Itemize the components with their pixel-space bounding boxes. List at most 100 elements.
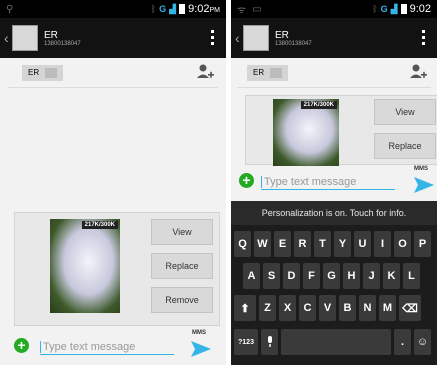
key-e[interactable]: E: [274, 231, 291, 257]
key-v[interactable]: V: [319, 295, 336, 321]
period-key[interactable]: .: [394, 329, 411, 355]
compose-bar: + Type text message MMS: [231, 166, 437, 198]
network-type: G: [380, 4, 388, 14]
message-input-placeholder: Type text message: [43, 341, 136, 353]
clock-time: 9:02: [188, 3, 210, 15]
message-input-placeholder: Type text message: [264, 176, 357, 188]
add-contact-icon[interactable]: [196, 63, 214, 81]
contact-number: 13800138047: [44, 40, 81, 47]
key-c[interactable]: C: [299, 295, 316, 321]
contact-name: ER: [275, 29, 289, 41]
recipient-chip-avatar: [270, 67, 283, 78]
key-p[interactable]: P: [414, 231, 431, 257]
clock-time: 9:02: [409, 3, 431, 15]
mms-label: MMS: [414, 166, 428, 172]
bluetooth-icon: ᛒ: [372, 4, 378, 14]
mms-label: MMS: [192, 330, 206, 336]
keyboard-row-3: ⬆ Z X C V B N M ⌫: [234, 295, 421, 321]
recipient-field[interactable]: ER: [237, 58, 431, 88]
send-icon[interactable]: [413, 176, 435, 194]
key-z[interactable]: Z: [259, 295, 276, 321]
key-u[interactable]: U: [354, 231, 371, 257]
compose-bar: + Type text message MMS: [0, 330, 226, 362]
recipient-chip-label: ER: [253, 68, 265, 77]
view-button[interactable]: View: [151, 219, 213, 245]
clock-ampm: PM: [209, 7, 221, 14]
keyboard-row-1: QWERTYUIOP: [234, 231, 431, 257]
backspace-key[interactable]: ⌫: [399, 295, 421, 321]
key-f[interactable]: F: [303, 263, 320, 289]
key-h[interactable]: H: [343, 263, 360, 289]
screenshot-icon: ▭: [252, 3, 262, 15]
contact-avatar[interactable]: [243, 25, 269, 51]
status-bar: ᯤ ▭ ᛒ G ▟ 9:02: [231, 0, 437, 18]
overflow-menu-icon[interactable]: [211, 30, 214, 45]
send-icon[interactable]: [190, 340, 212, 358]
attachment-panel: 217K/300K View Replace: [245, 95, 437, 166]
emoji-key[interactable]: ☺: [414, 329, 431, 355]
key-l[interactable]: L: [403, 263, 420, 289]
attachment-image[interactable]: 217K/300K: [50, 219, 120, 313]
key-w[interactable]: W: [254, 231, 271, 257]
remove-button[interactable]: Remove: [151, 287, 213, 313]
key-a[interactable]: A: [243, 263, 260, 289]
key-x[interactable]: X: [279, 295, 296, 321]
battery-icon: [400, 4, 407, 14]
key-s[interactable]: S: [263, 263, 280, 289]
message-input[interactable]: Type text message: [40, 337, 174, 355]
attachment-size: 217K/300K: [300, 101, 337, 109]
keyboard-row-4: ?123 . ☺: [234, 329, 431, 355]
battery-icon: [179, 4, 186, 14]
signal-icon: ▟: [169, 3, 177, 14]
replace-button[interactable]: Replace: [374, 133, 436, 159]
view-button[interactable]: View: [374, 99, 436, 125]
key-y[interactable]: Y: [334, 231, 351, 257]
keyboard-personalization-banner[interactable]: Personalization is on. Touch for info.: [231, 201, 437, 225]
attachment-panel: 217K/300K View Replace Remove: [14, 212, 220, 326]
key-r[interactable]: R: [294, 231, 311, 257]
key-g[interactable]: G: [323, 263, 340, 289]
recipient-chip-label: ER: [28, 68, 40, 77]
action-bar: ‹ ER 13800138047: [0, 18, 226, 58]
recipient-chip[interactable]: ER: [22, 64, 64, 81]
phone-screen-right: ᯤ ▭ ᛒ G ▟ 9:02 ‹ ER 13800138047 ER 217K/…: [231, 0, 437, 365]
key-k[interactable]: K: [383, 263, 400, 289]
contact-number: 13800138047: [275, 40, 312, 47]
attachment-image[interactable]: 217K/300K: [273, 99, 339, 166]
add-contact-icon[interactable]: [409, 63, 427, 81]
bluetooth-icon: ᛒ: [150, 4, 157, 14]
key-o[interactable]: O: [394, 231, 411, 257]
phone-screen-left: ⚲ ᛒ G ▟ 9:02PM ‹ ER 13800138047 ER 217K/…: [0, 0, 226, 365]
microphone-icon: [267, 336, 272, 347]
signal-icon: ▟: [390, 3, 398, 14]
back-chevron-icon[interactable]: ‹: [235, 30, 243, 46]
key-i[interactable]: I: [374, 231, 391, 257]
attach-plus-icon[interactable]: +: [239, 173, 254, 188]
key-q[interactable]: Q: [234, 231, 251, 257]
recipient-chip-avatar: [45, 67, 58, 78]
replace-button[interactable]: Replace: [151, 253, 213, 279]
recipient-field[interactable]: ER: [8, 58, 218, 88]
key-m[interactable]: M: [379, 295, 396, 321]
key-j[interactable]: J: [363, 263, 380, 289]
wifi-icon: ᯤ: [237, 5, 247, 16]
message-input[interactable]: Type text message: [261, 172, 395, 190]
status-bar: ⚲ ᛒ G ▟ 9:02PM: [0, 0, 226, 18]
voice-input-key[interactable]: [261, 329, 278, 355]
contact-avatar[interactable]: [12, 25, 38, 51]
usb-icon: ⚲: [6, 3, 14, 15]
network-type: G: [159, 4, 167, 14]
attach-plus-icon[interactable]: +: [14, 338, 29, 353]
key-b[interactable]: B: [339, 295, 356, 321]
back-chevron-icon[interactable]: ‹: [4, 30, 12, 46]
space-key[interactable]: [281, 329, 391, 355]
key-n[interactable]: N: [359, 295, 376, 321]
key-t[interactable]: T: [314, 231, 331, 257]
contact-name: ER: [44, 29, 58, 41]
recipient-chip[interactable]: ER: [247, 64, 289, 81]
attachment-size: 217K/300K: [81, 221, 118, 229]
overflow-menu-icon[interactable]: [422, 30, 425, 45]
key-d[interactable]: D: [283, 263, 300, 289]
numbers-key[interactable]: ?123: [234, 329, 258, 355]
shift-key[interactable]: ⬆: [234, 295, 256, 321]
